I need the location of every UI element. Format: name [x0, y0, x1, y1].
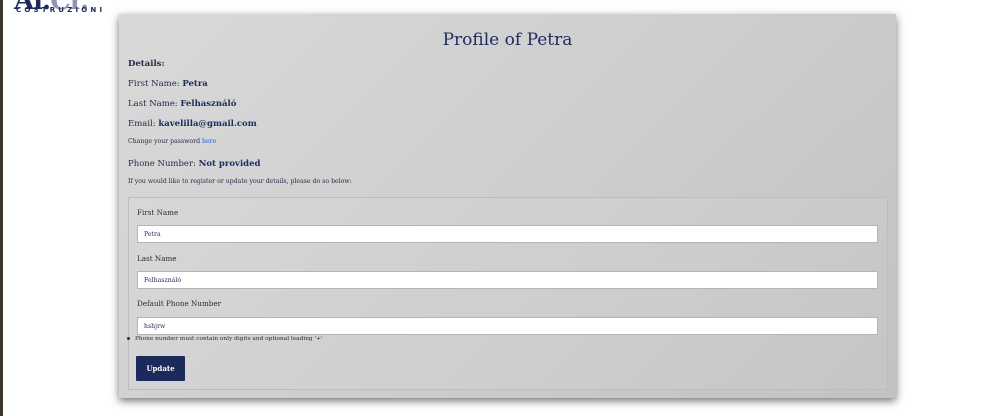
last-name-row: Last Name: Felhasználó [128, 99, 236, 109]
update-details-form: First Name Last Name Default Phone Numbe… [128, 197, 888, 390]
email-row: Email: kavelilla@gmail.com [128, 119, 257, 129]
form-intro: If you would like to register or update … [128, 178, 352, 185]
email-label: Email: [128, 119, 156, 129]
logo-subtitle: COSTRUZIONI [16, 6, 106, 14]
first-name-value: Petra [182, 79, 208, 89]
first-name-label: First Name: [128, 79, 180, 89]
first-name-row: First Name: Petra [128, 79, 208, 89]
company-logo[interactable]: Al.Cr. COSTRUZIONI [14, 0, 134, 26]
phone-validation-hint: Phone number must contain only digits an… [127, 336, 323, 342]
profile-card: Profile of Petra Details: First Name: Pe… [119, 14, 896, 398]
details-heading: Details: [128, 59, 165, 69]
phone-value: Not provided [198, 159, 261, 169]
page-title: Profile of Petra [442, 30, 573, 50]
bullet-icon [127, 337, 130, 340]
update-button[interactable]: Update [136, 356, 185, 381]
change-password-row: Change your password here [128, 138, 216, 145]
first-name-field-label: First Name [137, 208, 179, 217]
change-password-text: Change your password [128, 138, 201, 145]
phone-label: Phone Number: [128, 159, 196, 169]
last-name-value: Felhasználó [180, 99, 237, 109]
phone-field-label: Default Phone Number [137, 299, 222, 308]
left-border [0, 0, 3, 416]
last-name-input[interactable] [137, 271, 878, 289]
last-name-field-label: Last Name [137, 254, 177, 263]
email-value: kavelilla@gmail.com [158, 119, 257, 129]
phone-row: Phone Number: Not provided [128, 159, 260, 169]
change-password-link[interactable]: here [202, 138, 216, 145]
last-name-label: Last Name: [128, 99, 178, 109]
phone-hint-text: Phone number must contain only digits an… [135, 336, 323, 342]
first-name-input[interactable] [137, 225, 878, 243]
phone-input[interactable] [137, 317, 878, 335]
